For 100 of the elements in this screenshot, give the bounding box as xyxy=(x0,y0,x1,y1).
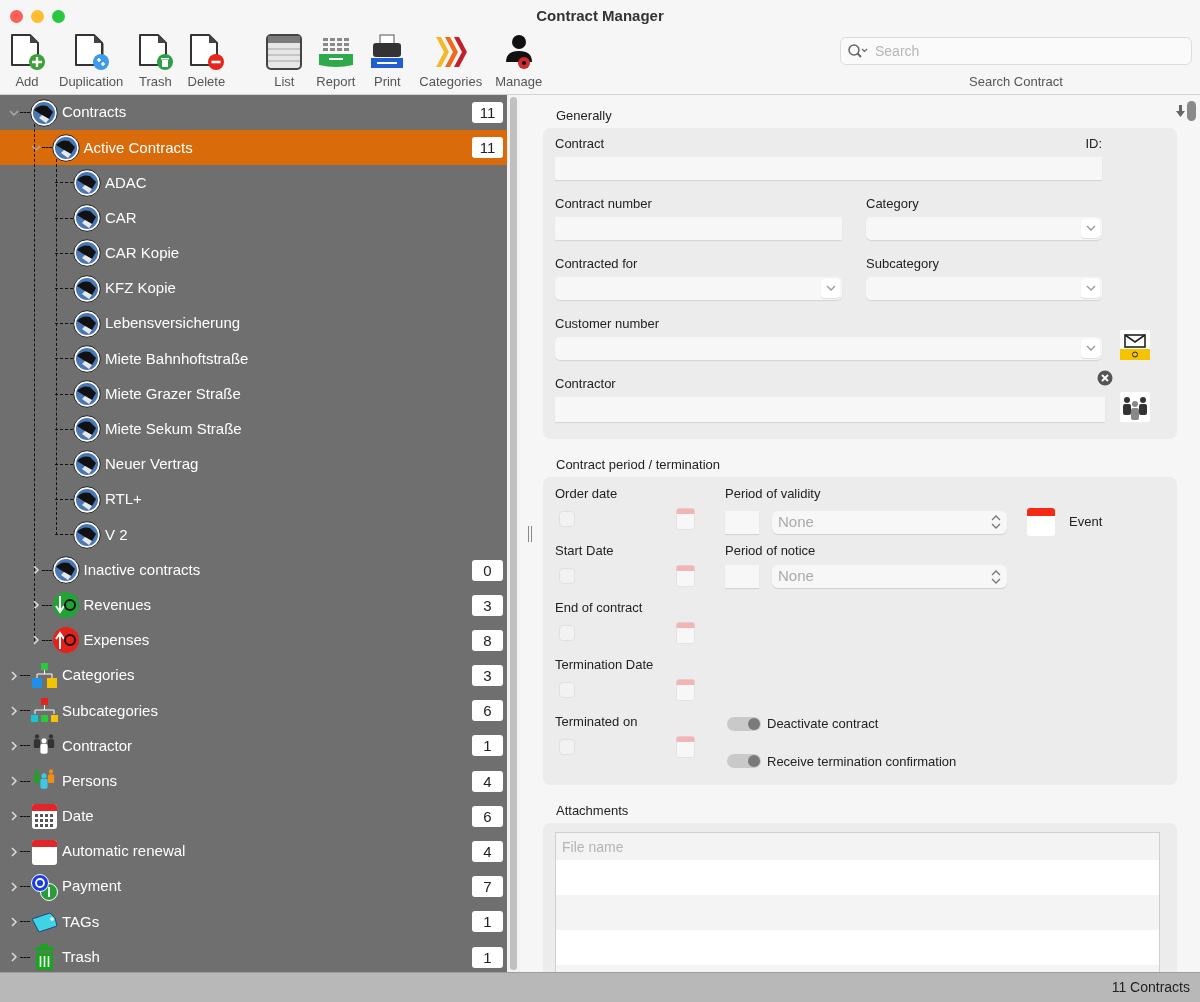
close-button[interactable] xyxy=(10,9,23,23)
toolbar-button[interactable]: Delete xyxy=(187,32,226,90)
search-field[interactable]: Search xyxy=(840,37,1192,65)
tree-row[interactable]: Payment 7 xyxy=(0,869,507,905)
tree-label: Miete Grazer Straße xyxy=(105,383,241,404)
count-badge: 11 xyxy=(472,137,503,159)
toolbar-button[interactable]: Report xyxy=(316,32,356,90)
duplicate-document-icon xyxy=(72,32,111,72)
tree-row[interactable]: Date 6 xyxy=(0,798,507,834)
hierarchy-icon xyxy=(30,696,58,725)
caret-icon xyxy=(825,285,836,292)
event-label: Event xyxy=(1069,513,1103,532)
minimize-button[interactable] xyxy=(31,9,44,23)
calendar-icon[interactable] xyxy=(676,679,695,701)
tree-row[interactable]: Lebensversicherung xyxy=(0,306,507,342)
count-badge: 4 xyxy=(472,841,503,863)
number-field[interactable] xyxy=(725,565,759,588)
field-label: Contractor xyxy=(555,376,617,392)
text-field[interactable] xyxy=(555,217,842,240)
contract-icon xyxy=(73,309,101,338)
tree-label: Lebensversicherung xyxy=(105,313,241,334)
search-input[interactable]: Search xyxy=(873,39,1185,63)
calendar-icon[interactable] xyxy=(676,508,695,530)
contract-icon xyxy=(51,556,80,585)
calendar-icon[interactable] xyxy=(676,622,695,644)
zoom-button[interactable] xyxy=(52,9,65,23)
toolbar-button[interactable]: Print xyxy=(368,32,407,90)
tree-row[interactable]: Miete Sekum Straße xyxy=(0,411,507,447)
coins-icon xyxy=(30,872,58,901)
tree-label: TAGs xyxy=(62,911,100,932)
tree-row[interactable]: Miete Grazer Straße xyxy=(0,376,507,412)
toolbar-button[interactable]: Add xyxy=(8,32,46,90)
toggle-switch[interactable] xyxy=(727,716,761,731)
tree-row[interactable]: Trash 1 xyxy=(0,939,507,972)
count-badge: 3 xyxy=(472,665,503,687)
window-title: Contract Manager xyxy=(536,5,664,26)
tree-label: Categories xyxy=(62,665,135,686)
tree-row[interactable]: CAR xyxy=(0,200,507,236)
resize-handle[interactable] xyxy=(527,525,533,542)
section-title: Attachments xyxy=(555,802,630,820)
tree-label: RTL+ xyxy=(105,489,142,510)
tree-label: ADAC xyxy=(105,172,147,193)
tree-row[interactable]: Active Contracts 11 xyxy=(0,130,507,166)
text-field[interactable] xyxy=(555,157,1102,180)
tree-row[interactable]: CAR Kopie xyxy=(0,235,507,271)
people-icon[interactable] xyxy=(1120,392,1150,422)
toolbar-button[interactable]: Manage xyxy=(495,32,543,90)
tree-row[interactable]: RTL+ xyxy=(0,482,507,518)
contract-icon xyxy=(73,274,101,303)
toolbar-button[interactable]: Trash xyxy=(136,32,175,90)
calendar-icon[interactable] xyxy=(676,565,695,587)
contract-icon xyxy=(73,450,101,479)
tree-row[interactable]: Revenues 3 xyxy=(0,587,507,623)
field-label: End of contract xyxy=(555,600,644,616)
tree-row[interactable]: Persons 4 xyxy=(0,763,507,799)
toggle-switch[interactable] xyxy=(727,754,761,769)
arrow-down-icon[interactable] xyxy=(1176,105,1185,117)
tree-row[interactable]: KFZ Kopie xyxy=(0,270,507,307)
updown-caret-icon xyxy=(991,515,1001,529)
tree-row[interactable]: Inactive contracts 0 xyxy=(0,552,507,588)
tree-row[interactable]: Categories 3 xyxy=(0,658,507,694)
tree-row[interactable]: Miete Bahnhoftstraße xyxy=(0,341,507,377)
tree-label: CAR xyxy=(105,207,137,228)
tree-label: Inactive contracts xyxy=(83,559,201,580)
number-field[interactable] xyxy=(725,510,759,534)
count-badge: 6 xyxy=(472,700,503,722)
id-label: ID: xyxy=(1085,136,1102,152)
search-caption: Search Contract xyxy=(969,73,1063,91)
toolbar-button[interactable]: List xyxy=(265,32,304,90)
field-label: Contract number xyxy=(555,196,653,212)
caret-icon xyxy=(1085,225,1096,232)
tree-row[interactable]: Contracts 11 xyxy=(0,95,507,131)
count-badge: 8 xyxy=(472,629,503,651)
toolbar-button[interactable]: Duplication xyxy=(59,32,124,90)
toolbar-button[interactable]: Categories xyxy=(419,32,483,90)
tree-label: Miete Sekum Straße xyxy=(105,419,242,440)
caret-icon xyxy=(1085,285,1096,292)
mail-icon[interactable] xyxy=(1120,330,1150,360)
contract-icon xyxy=(73,204,101,233)
tree-row[interactable]: V 2 xyxy=(0,517,507,553)
contract-icon xyxy=(73,520,101,549)
tree-label: Revenues xyxy=(83,594,152,615)
tree-row[interactable]: Neuer Vertrag xyxy=(0,446,507,483)
field-label: Start Date xyxy=(555,543,615,559)
updown-caret-icon xyxy=(991,569,1001,584)
count-badge: 11 xyxy=(472,102,503,124)
hierarchy-icon xyxy=(30,661,58,690)
tree-row[interactable]: ADAC xyxy=(0,165,507,201)
tree-label: Active Contracts xyxy=(83,137,193,158)
tree-row[interactable]: Expenses 8 xyxy=(0,622,507,658)
clear-icon[interactable] xyxy=(1097,370,1113,386)
caret-icon xyxy=(1085,345,1096,352)
event-icon[interactable] xyxy=(1027,508,1055,536)
tree-row[interactable]: TAGs 1 xyxy=(0,904,507,940)
tree-row[interactable]: Contractor 1 xyxy=(0,728,507,764)
tree-row[interactable]: Subcategories 6 xyxy=(0,693,507,729)
text-field[interactable] xyxy=(555,397,1105,422)
list-icon xyxy=(265,32,304,72)
tree-row[interactable]: Automatic renewal 4 xyxy=(0,833,507,870)
calendar-icon[interactable] xyxy=(676,736,695,758)
